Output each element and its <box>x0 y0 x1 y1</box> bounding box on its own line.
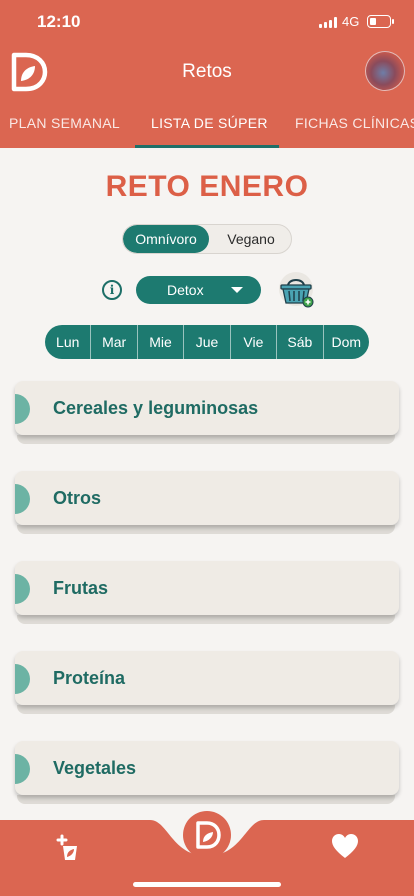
category-label: Frutas <box>53 578 109 598</box>
network-label: 4G <box>342 14 360 29</box>
page-title: RETO ENERO <box>105 170 309 203</box>
status-time: 12:10 <box>37 12 81 31</box>
weekday-selector: Lun Mar Mie Jue Vie Sáb Dom <box>45 325 369 359</box>
tab-plan-semanal[interactable]: PLAN SEMANAL <box>9 115 120 131</box>
plan-dropdown[interactable]: Detox <box>136 276 261 304</box>
tab-bar: PLAN SEMANAL LISTA DE SÚPER FICHAS CLÍNI… <box>0 104 414 148</box>
tab-fichas-clinicas[interactable]: FICHAS CLÍNICAS <box>295 115 414 131</box>
category-marker <box>15 574 30 604</box>
category-label: Otros <box>53 488 102 508</box>
category-marker <box>15 754 30 784</box>
diet-toggle: Omnívoro Vegano <box>122 224 292 254</box>
status-bar: 12:10 4G <box>0 0 414 44</box>
day-mar[interactable]: Mar <box>90 325 136 359</box>
category-proteina[interactable]: Proteína <box>15 651 399 714</box>
plan-dropdown-value: Detox <box>167 282 204 298</box>
heart-icon[interactable] <box>331 833 359 859</box>
day-vie[interactable]: Vie <box>229 325 276 359</box>
category-cereales-y-leguminosas[interactable]: Cereales y leguminosas <box>15 381 399 444</box>
category-otros[interactable]: Otros <box>15 471 399 534</box>
diet-option-omnivoro[interactable]: Omnívoro <box>123 225 209 253</box>
app-header: Retos PLAN SEMANAL LISTA DE SÚPER FICHAS… <box>0 44 414 148</box>
category-label: Cereales y leguminosas <box>53 398 259 418</box>
basket-add-icon[interactable] <box>276 272 316 308</box>
header-title: Retos <box>182 61 232 82</box>
home-indicator <box>133 882 281 887</box>
info-icon[interactable]: i <box>102 280 122 300</box>
day-jue[interactable]: Jue <box>183 325 229 359</box>
diet-option-vegano[interactable]: Vegano <box>209 225 291 253</box>
signal-icon <box>319 17 337 28</box>
category-vegetales[interactable]: Vegetales <box>15 741 399 804</box>
day-sab[interactable]: Sáb <box>276 325 322 359</box>
day-dom[interactable]: Dom <box>322 325 369 359</box>
category-frutas[interactable]: Frutas <box>15 561 399 624</box>
chevron-down-icon <box>231 287 243 293</box>
tab-lista-de-super[interactable]: LISTA DE SÚPER <box>151 115 268 131</box>
main-content: RETO ENERO Omnívoro Vegano i Detox Lun M… <box>0 148 414 820</box>
category-marker <box>15 664 30 694</box>
day-mie[interactable]: Mie <box>136 325 183 359</box>
leaf-d-logo-icon <box>196 821 221 849</box>
category-label: Vegetales <box>53 758 137 778</box>
category-marker <box>15 394 30 424</box>
day-lun[interactable]: Lun <box>45 325 90 359</box>
home-button[interactable] <box>183 811 231 859</box>
add-leaf-icon[interactable] <box>55 832 81 862</box>
avatar[interactable] <box>365 51 405 91</box>
category-marker <box>15 484 30 514</box>
category-label: Proteína <box>53 668 126 688</box>
battery-icon <box>367 15 394 28</box>
bottom-nav <box>0 811 414 896</box>
